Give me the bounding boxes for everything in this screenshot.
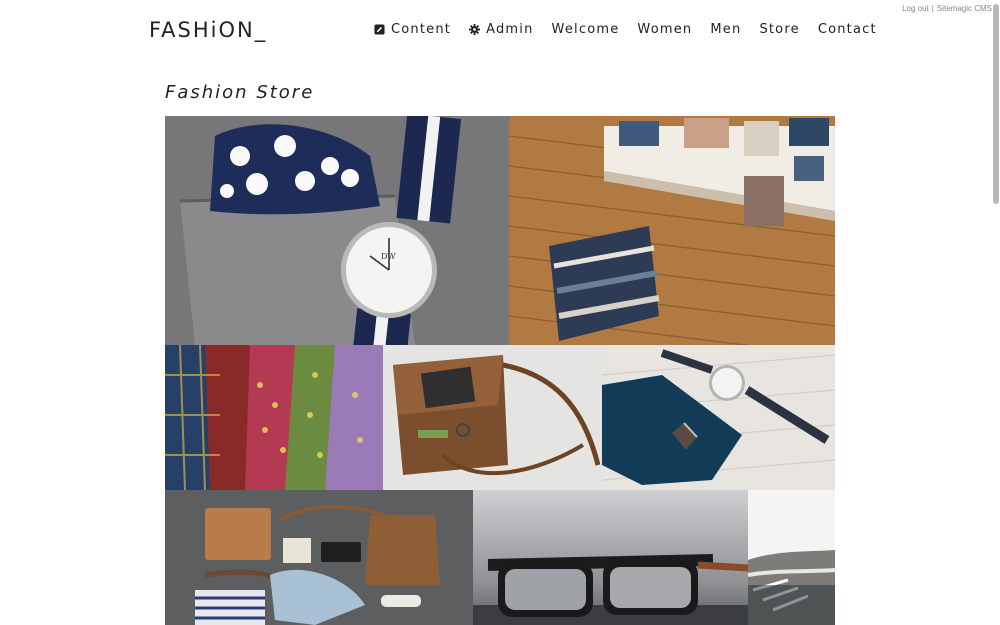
- nav-item-label: Contact: [817, 22, 877, 37]
- gallery-image-leather-bag[interactable]: [383, 345, 602, 490]
- nav-item-label: Men: [710, 22, 742, 37]
- nav-item-women[interactable]: Women: [637, 22, 692, 37]
- gallery-image-sneaker[interactable]: [748, 490, 835, 625]
- nav-item-store[interactable]: Store: [759, 22, 799, 37]
- gallery-image-accessories-flatlay[interactable]: [165, 490, 473, 625]
- gallery-image-store-interior[interactable]: [509, 116, 835, 345]
- gallery-image-watch-tie[interactable]: [602, 345, 835, 490]
- nav-item-welcome[interactable]: Welcome: [552, 22, 620, 37]
- scrollbar-thumb[interactable]: [993, 4, 999, 204]
- logout-link[interactable]: Log out: [902, 4, 929, 13]
- nav-item-content[interactable]: Content: [374, 22, 451, 37]
- nav-item-admin[interactable]: Admin: [469, 22, 533, 37]
- page-title: Fashion Store: [165, 82, 315, 103]
- gear-icon: [469, 24, 481, 35]
- edit-icon: [374, 24, 385, 35]
- page-scrollbar[interactable]: [992, 0, 1000, 625]
- nav-item-label: Store: [759, 22, 800, 37]
- nav-item-label: Welcome: [551, 22, 620, 37]
- nav-item-label: Admin: [486, 22, 534, 37]
- gallery-image-ties[interactable]: [165, 345, 383, 490]
- site-logo[interactable]: FASHiON_: [149, 18, 267, 42]
- sitemagic-cms-link[interactable]: Sitemagic CMS: [937, 4, 992, 13]
- gallery-image-watch-pocket-square[interactable]: DW: [165, 116, 509, 345]
- gallery-image-glasses[interactable]: [473, 490, 748, 625]
- nav-item-label: Women: [637, 22, 693, 37]
- nav-item-men[interactable]: Men: [710, 22, 741, 37]
- main-nav: Content Admin Welcome Women Men Store Co…: [374, 22, 877, 37]
- svg-text:DW: DW: [381, 252, 396, 261]
- top-links-separator: |: [931, 4, 934, 13]
- nav-item-label: Content: [391, 22, 452, 37]
- nav-item-contact[interactable]: Contact: [818, 22, 877, 37]
- top-links: Log out | Sitemagic CMS: [902, 4, 992, 13]
